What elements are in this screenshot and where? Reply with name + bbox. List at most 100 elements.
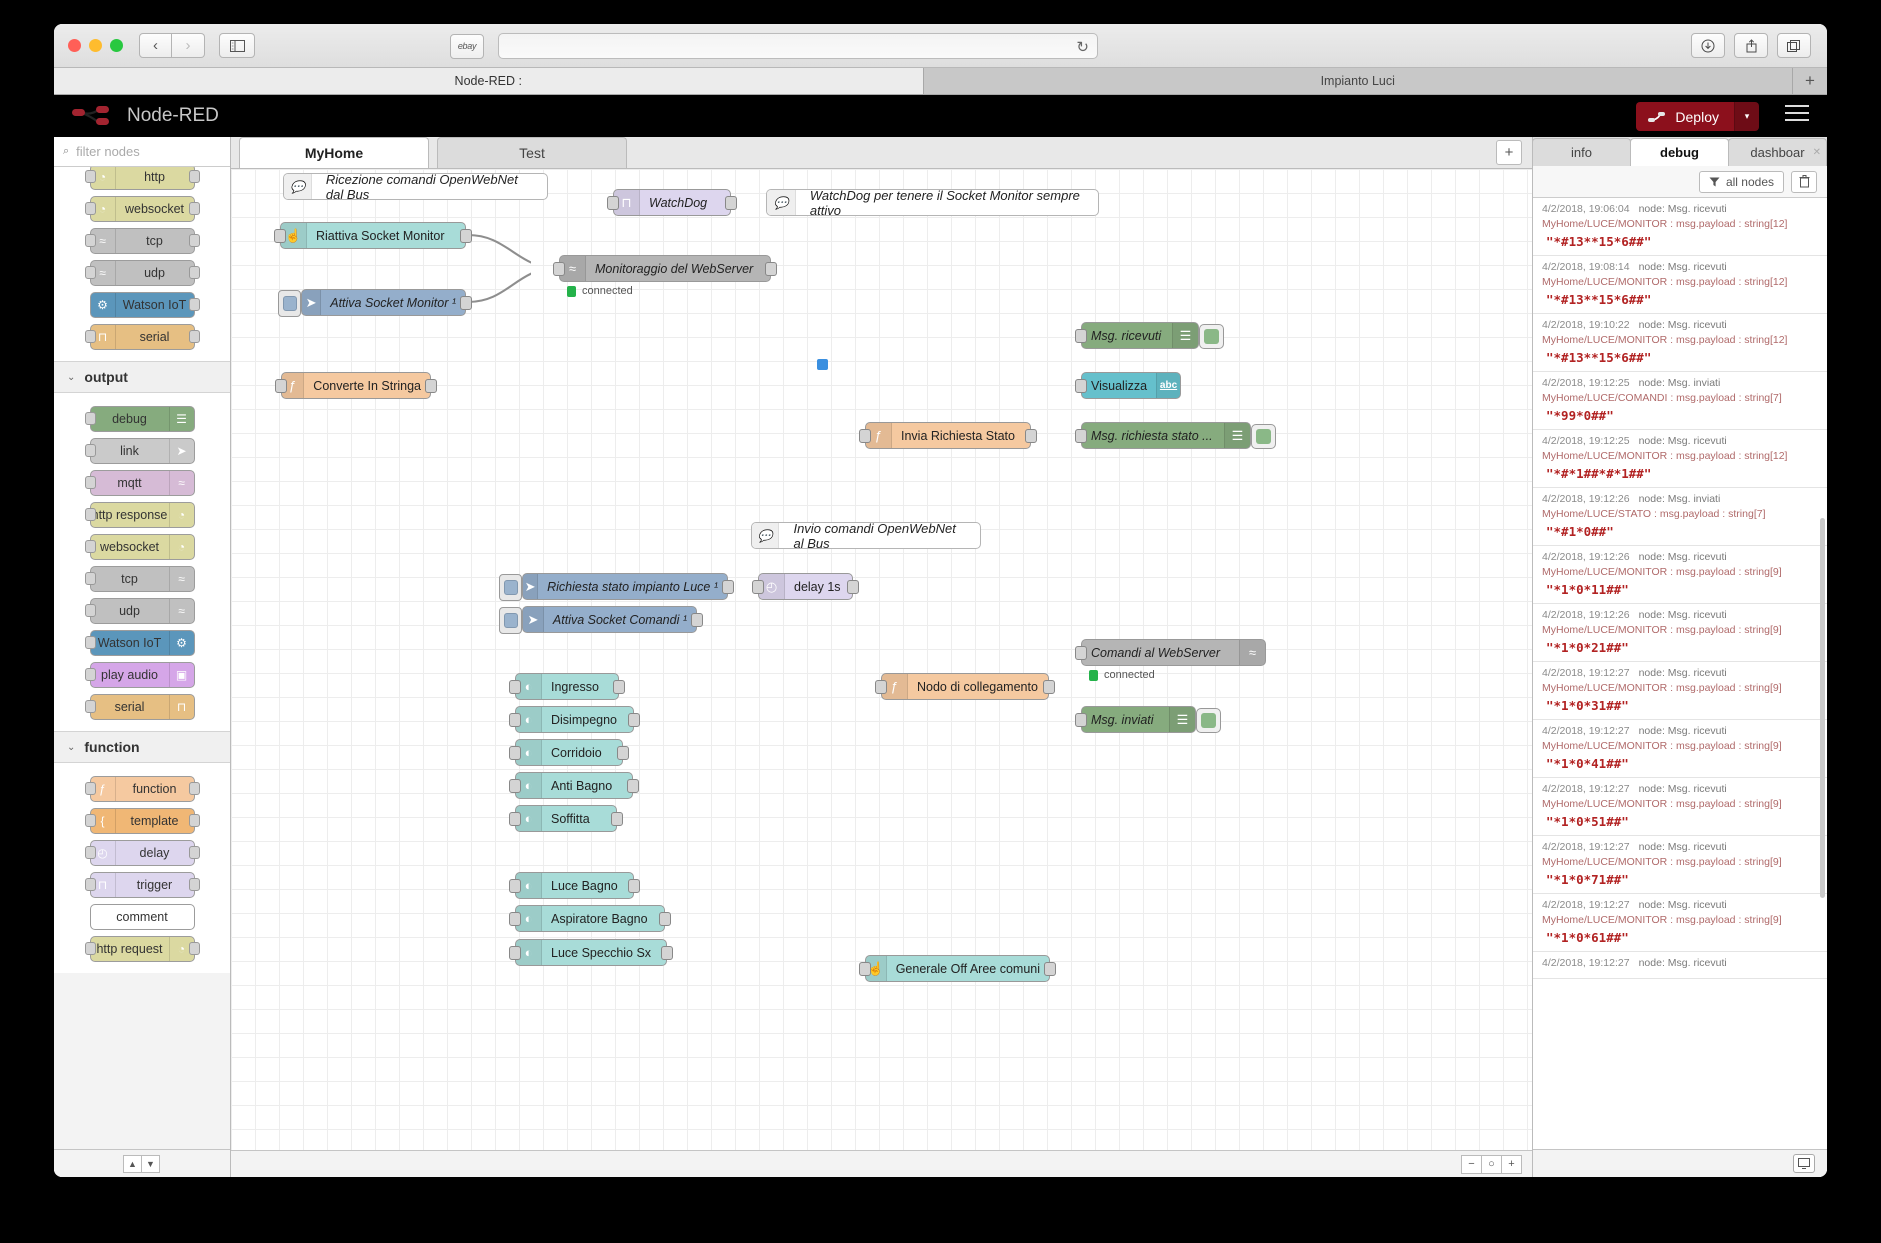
- palette-node-http-response[interactable]: http response ◔: [84, 502, 195, 528]
- node-input-port[interactable]: [859, 429, 871, 443]
- debug-message[interactable]: 4/2/2018, 19:12:27 node: Msg. ricevuti MyH…: [1533, 778, 1827, 836]
- palette-node-output-port[interactable]: [188, 330, 200, 343]
- tab-debug[interactable]: debug: [1630, 138, 1729, 166]
- palette-node-serial[interactable]: serial ⊓: [84, 694, 195, 720]
- zoom-in-button[interactable]: +: [1501, 1154, 1522, 1174]
- palette-node-input-port[interactable]: [84, 330, 96, 343]
- palette-node-http-request[interactable]: http request ◔: [84, 936, 200, 962]
- flow-node-monitoraggio-webserver[interactable]: ≈ Monitoraggio del WebServer: [553, 255, 777, 282]
- node-input-port[interactable]: [275, 379, 287, 393]
- node-input-port[interactable]: [509, 779, 521, 793]
- flow-node-richiesta-stato-impianto-luce[interactable]: ➤ Richiesta stato impianto Luce ¹: [499, 573, 734, 601]
- debug-message[interactable]: 4/2/2018, 19:06:04 node: Msg. ricevuti MyH…: [1533, 198, 1827, 256]
- node-input-port[interactable]: [752, 580, 764, 594]
- selected-wire-handle[interactable]: [817, 359, 828, 370]
- flow-canvas[interactable]: 💬 Ricezione comandi OpenWebNet dal Bus 💬 Wa…: [231, 169, 1532, 1150]
- flow-node-soffitta[interactable]: ◐ Soffitta: [509, 805, 623, 832]
- palette-node-input-port[interactable]: [84, 878, 96, 891]
- palette-node-input-port[interactable]: [84, 444, 96, 457]
- debug-message[interactable]: 4/2/2018, 19:12:25 node: Msg. inviati MyHo…: [1533, 372, 1827, 430]
- debug-message[interactable]: 4/2/2018, 19:10:22 node: Msg. ricevuti MyH…: [1533, 314, 1827, 372]
- palette-node-output-port[interactable]: [188, 170, 200, 183]
- debug-message[interactable]: 4/2/2018, 19:12:27 node: Msg. ricevuti MyH…: [1533, 720, 1827, 778]
- palette-node-link[interactable]: link ➤: [84, 438, 195, 464]
- node-output-port[interactable]: [617, 746, 629, 760]
- palette-node-input-port[interactable]: [84, 476, 96, 489]
- palette-node-delay[interactable]: ◴ delay: [84, 840, 200, 866]
- reload-icon[interactable]: ↻: [1076, 38, 1089, 56]
- address-bar[interactable]: ↻: [498, 33, 1098, 59]
- palette-node-input-port[interactable]: [84, 202, 96, 215]
- palette-node-input-port[interactable]: [84, 508, 96, 521]
- node-output-port[interactable]: [1025, 429, 1037, 443]
- palette-node-Watson-IoT[interactable]: ⚙ Watson IoT: [89, 292, 200, 318]
- palette-node-input-port[interactable]: [84, 170, 96, 183]
- palette-category-function[interactable]: ⌄ function: [54, 731, 230, 763]
- palette-node-output-port[interactable]: [188, 266, 200, 279]
- debug-message[interactable]: 4/2/2018, 19:12:27 node: Msg. ricevuti MyH…: [1533, 662, 1827, 720]
- debug-toggle-button[interactable]: [1199, 324, 1224, 349]
- node-input-port[interactable]: [859, 962, 871, 976]
- palette-node-input-port[interactable]: [84, 266, 96, 279]
- palette-node-tcp[interactable]: ≈ tcp: [84, 228, 200, 254]
- flow-node-attiva-socket-monitor[interactable]: ➤ Attiva Socket Monitor ¹: [278, 289, 472, 317]
- flow-node-delay-1s[interactable]: ◴ delay 1s: [752, 573, 859, 600]
- node-output-port[interactable]: [1043, 680, 1055, 694]
- debug-message[interactable]: 4/2/2018, 19:12:25 node: Msg. ricevuti MyH…: [1533, 430, 1827, 488]
- new-tab-button[interactable]: +: [1793, 68, 1827, 94]
- node-output-port[interactable]: [628, 713, 640, 727]
- flow-node-riattiva-socket-monitor[interactable]: ☝ Riattiva Socket Monitor: [274, 222, 472, 249]
- favorite-site-chip[interactable]: ebay: [450, 33, 484, 59]
- node-input-port[interactable]: [509, 879, 521, 893]
- node-output-port[interactable]: [765, 262, 777, 276]
- debug-message[interactable]: 4/2/2018, 19:12:27 node: Msg. ricevuti MyH…: [1533, 894, 1827, 952]
- comment-node[interactable]: 💬 Ricezione comandi OpenWebNet dal Bus: [283, 172, 548, 202]
- palette-node-output-port[interactable]: [188, 878, 200, 891]
- flow-node-msg-inviati[interactable]: Msg. inviati ☰: [1075, 706, 1221, 733]
- debug-message[interactable]: 4/2/2018, 19:12:27 node: Msg. ricevuti MyH…: [1533, 836, 1827, 894]
- palette-node-serial[interactable]: ⊓ serial: [84, 324, 200, 350]
- wire[interactable]: [467, 233, 531, 268]
- node-input-port[interactable]: [1075, 429, 1087, 443]
- node-input-port[interactable]: [1075, 713, 1087, 727]
- node-input-port[interactable]: [509, 680, 521, 694]
- palette-node-mqtt[interactable]: mqtt ≈: [84, 470, 195, 496]
- palette-node-trigger[interactable]: ⊓ trigger: [84, 872, 200, 898]
- downloads-button[interactable]: [1691, 33, 1725, 58]
- browser-tab-impianto-luci[interactable]: Impianto Luci: [923, 68, 1793, 94]
- palette-node-output-port[interactable]: [188, 846, 200, 859]
- palette-scroll-area[interactable]: ◔ http ◔ websocket ≈ tcp ≈ udp ⚙ Watson IoT ⊓ seria…: [54, 167, 230, 1149]
- node-output-port[interactable]: [847, 580, 859, 594]
- node-output-port[interactable]: [628, 879, 640, 893]
- tab-info[interactable]: info: [1532, 138, 1631, 166]
- browser-tab-node-red[interactable]: Node-RED :: [54, 68, 924, 94]
- palette-node-input-port[interactable]: [84, 942, 96, 955]
- palette-category-output[interactable]: ⌄ output: [54, 361, 230, 393]
- deploy-main-button[interactable]: Deploy: [1636, 102, 1734, 131]
- node-input-port[interactable]: [1075, 646, 1087, 660]
- node-input-port[interactable]: [509, 746, 521, 760]
- debug-toggle-button[interactable]: [1196, 708, 1221, 733]
- palette-node-template[interactable]: {template: [84, 808, 200, 834]
- node-input-port[interactable]: [607, 196, 619, 210]
- palette-node-comment[interactable]: comment: [89, 904, 195, 930]
- palette-node-output-port[interactable]: [188, 942, 200, 955]
- tab-dashboard[interactable]: dashboar ✕: [1728, 138, 1827, 166]
- wire[interactable]: [467, 268, 531, 304]
- flow-node-converte-in-stringa[interactable]: ƒ Converte In Stringa: [275, 372, 437, 399]
- inject-trigger-button[interactable]: [499, 607, 522, 634]
- palette-node-input-port[interactable]: [84, 540, 96, 553]
- node-output-port[interactable]: [460, 296, 472, 310]
- flow-node-visualizza[interactable]: Visualizza abc: [1075, 372, 1181, 399]
- palette-node-input-port[interactable]: [84, 572, 96, 585]
- node-input-port[interactable]: [509, 912, 521, 926]
- inject-trigger-button[interactable]: [278, 290, 301, 317]
- flow-tab-test[interactable]: Test: [437, 137, 627, 168]
- node-input-port[interactable]: [1075, 329, 1087, 343]
- maximize-window-button[interactable]: [110, 39, 123, 52]
- debug-filter-button[interactable]: all nodes: [1698, 170, 1784, 193]
- flow-node-luce-bagno[interactable]: ◐ Luce Bagno: [509, 872, 640, 899]
- sidebar-toggle-button[interactable]: [219, 33, 255, 58]
- flow-node-luce-specchio-sx[interactable]: ◐ Luce Specchio Sx: [509, 939, 673, 966]
- node-output-port[interactable]: [661, 946, 673, 960]
